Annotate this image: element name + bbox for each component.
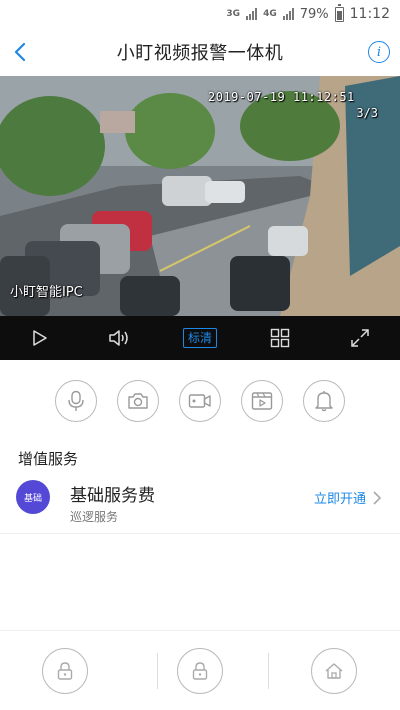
clock: 11:12 — [349, 6, 390, 22]
camera-icon — [128, 393, 148, 409]
grid-icon — [270, 328, 290, 348]
service-item[interactable]: 基础 基础服务费 巡逻服务 立即开通 — [0, 474, 400, 534]
divider — [157, 653, 158, 689]
action-bar — [0, 380, 400, 424]
talk-button[interactable] — [55, 380, 97, 422]
activate-button[interactable]: 立即开通 — [314, 488, 382, 507]
lock-icon — [57, 662, 73, 680]
video-player[interactable]: 2019-07-19 11:12:51 3/3 小盯智能IPC — [0, 76, 400, 316]
chevron-right-icon — [373, 490, 382, 505]
video-timestamp: 2019-07-19 11:12:51 — [208, 90, 355, 104]
video-record-icon — [188, 394, 211, 408]
signal-icon — [246, 8, 258, 20]
alarm-button[interactable] — [303, 380, 345, 422]
bottom-bar — [0, 630, 400, 710]
record-button[interactable] — [179, 380, 221, 422]
network-type-2: 4G — [263, 9, 277, 19]
service-name: 基础服务费 — [70, 486, 155, 506]
play-icon — [33, 330, 47, 346]
quality-button[interactable]: 标清 — [180, 318, 220, 358]
sound-button[interactable] — [100, 318, 140, 358]
section-title: 增值服务 — [18, 450, 79, 468]
service-icon: 基础 — [16, 480, 50, 514]
signal-icon — [282, 8, 294, 20]
nav-bar: 小盯视频报警一体机 i — [0, 28, 400, 76]
play-button[interactable] — [20, 318, 60, 358]
video-control-bar: 标清 — [0, 316, 400, 360]
speaker-icon — [109, 330, 128, 346]
fullscreen-icon — [351, 329, 369, 347]
disarm-button[interactable] — [177, 648, 223, 694]
bell-icon — [315, 391, 333, 412]
service-subtitle: 巡逻服务 — [70, 510, 119, 524]
home-mode-button[interactable] — [311, 648, 357, 694]
home-icon — [325, 663, 343, 679]
info-button[interactable]: i — [368, 41, 390, 63]
battery-percent: 79% — [299, 6, 329, 22]
multi-view-button[interactable] — [260, 318, 300, 358]
video-frame — [0, 76, 400, 316]
video-page-indicator: 3/3 — [356, 106, 378, 120]
battery-icon — [334, 3, 344, 22]
lock-icon — [192, 662, 208, 680]
playback-icon — [251, 392, 273, 410]
quality-label: 标清 — [182, 328, 217, 348]
status-bar: 3G 4G 79% 11:12 — [0, 0, 400, 28]
fullscreen-button[interactable] — [340, 318, 380, 358]
snapshot-button[interactable] — [117, 380, 159, 422]
divider — [268, 653, 269, 689]
microphone-icon — [68, 390, 84, 411]
back-button[interactable] — [8, 40, 32, 64]
arm-button[interactable] — [42, 648, 88, 694]
network-type-1: 3G — [226, 9, 241, 19]
activate-label: 立即开通 — [313, 492, 366, 507]
page-title: 小盯视频报警一体机 — [116, 43, 284, 64]
playback-button[interactable] — [241, 380, 283, 422]
camera-name-overlay: 小盯智能IPC — [10, 285, 83, 300]
chevron-left-icon — [14, 42, 26, 62]
